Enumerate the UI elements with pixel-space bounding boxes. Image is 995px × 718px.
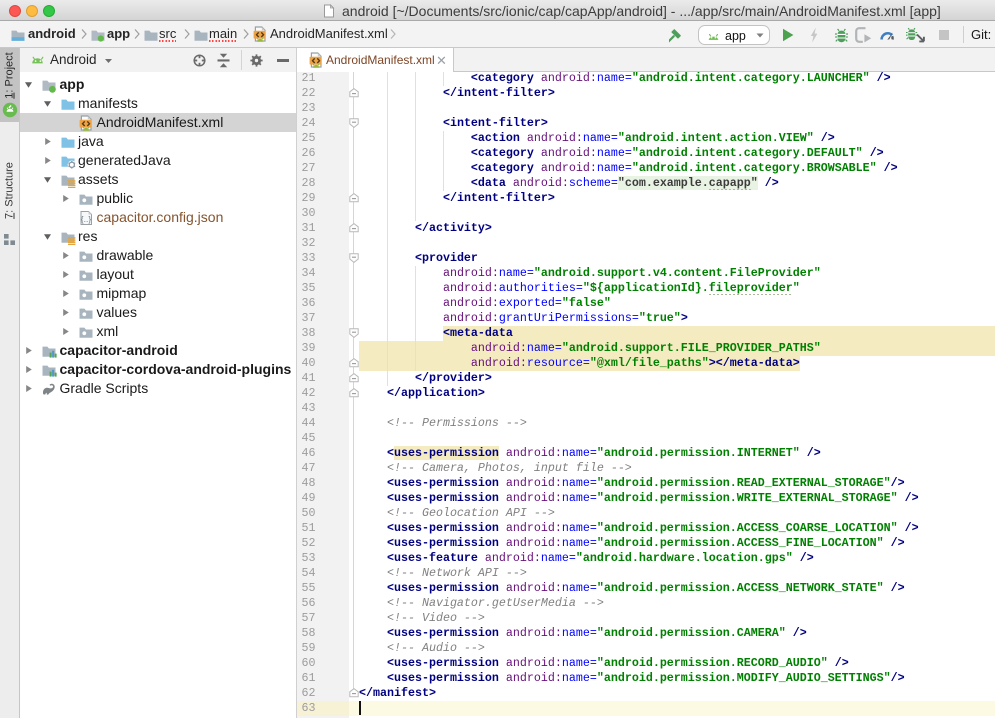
svg-text:{..}: {..} — [81, 214, 92, 224]
